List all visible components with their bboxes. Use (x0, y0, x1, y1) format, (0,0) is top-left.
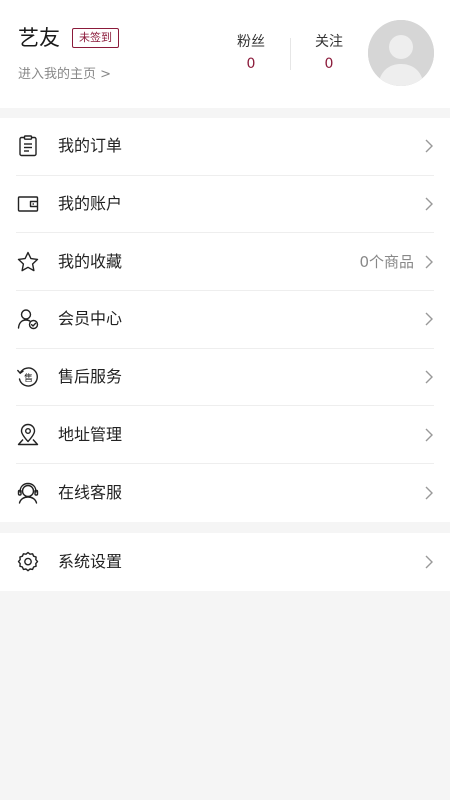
username: 艺友 (18, 26, 60, 50)
menu-label-address: 地址管理 (58, 424, 123, 444)
default-avatar-icon (368, 20, 434, 86)
favorites-count: 0个商品 (359, 252, 414, 271)
menu-item-settings[interactable]: 系统设置 (16, 533, 434, 591)
after-sales-icon-glyph: 售 (24, 372, 33, 384)
menu-item-account[interactable]: 我的账户 (16, 176, 434, 234)
fans-count: 0 (246, 56, 256, 72)
fans-stat[interactable]: 粉丝 0 (221, 32, 281, 74)
clipboard-icon (16, 134, 40, 158)
location-pin-icon (16, 423, 40, 447)
menu-label-membership: 会员中心 (58, 309, 123, 329)
menu-item-address[interactable]: 地址管理 (16, 406, 434, 465)
fans-label: 粉丝 (237, 34, 265, 50)
menu-label-account: 我的账户 (58, 194, 123, 214)
stat-divider (290, 38, 291, 70)
chevron-right-icon (424, 138, 434, 154)
chevron-right-icon (424, 554, 434, 570)
menu-label-after-sales: 售后服务 (58, 367, 123, 387)
chevron-right-icon (424, 254, 434, 270)
chevron-right-icon (424, 369, 434, 385)
after-sales-icon: 售 (16, 365, 40, 389)
menu-list: 我的订单 我的账户 我的收藏 0个商品 会员中心 售 售后服务 地址管理 在线客… (0, 118, 450, 522)
menu-label-favorites: 我的收藏 (58, 251, 123, 271)
member-check-icon (16, 307, 40, 331)
following-stat[interactable]: 关注 0 (299, 32, 359, 74)
star-icon (16, 250, 40, 274)
menu-item-favorites[interactable]: 我的收藏 0个商品 (16, 233, 434, 292)
chevron-right-icon (424, 427, 434, 443)
profile-screen: 艺友 未签到 进入我的主页 > 粉丝 0 关注 0 我的订单 我的账户 我的收藏… (0, 0, 450, 800)
menu-item-membership[interactable]: 会员中心 (16, 291, 434, 349)
following-count: 0 (324, 56, 334, 72)
profile-header: 艺友 未签到 进入我的主页 > 粉丝 0 关注 0 (0, 0, 450, 108)
settings-section: 系统设置 (0, 533, 450, 591)
headset-icon (16, 481, 40, 505)
chevron-right-icon (424, 485, 434, 501)
wallet-icon (16, 192, 40, 216)
avatar[interactable] (368, 20, 434, 86)
checkin-badge[interactable]: 未签到 (72, 28, 119, 48)
menu-item-customer-service[interactable]: 在线客服 (16, 464, 434, 522)
chevron-right-icon (424, 196, 434, 212)
following-label: 关注 (315, 34, 343, 50)
menu-item-orders[interactable]: 我的订单 (16, 118, 434, 176)
menu-label-orders: 我的订单 (58, 136, 123, 156)
chevron-right-icon (424, 311, 434, 327)
gear-icon (16, 550, 40, 574)
menu-label-customer-service: 在线客服 (58, 482, 123, 502)
menu-item-after-sales[interactable]: 售 售后服务 (16, 349, 434, 407)
menu-label-settings: 系统设置 (58, 552, 123, 571)
homepage-link[interactable]: 进入我的主页 > (18, 66, 111, 84)
